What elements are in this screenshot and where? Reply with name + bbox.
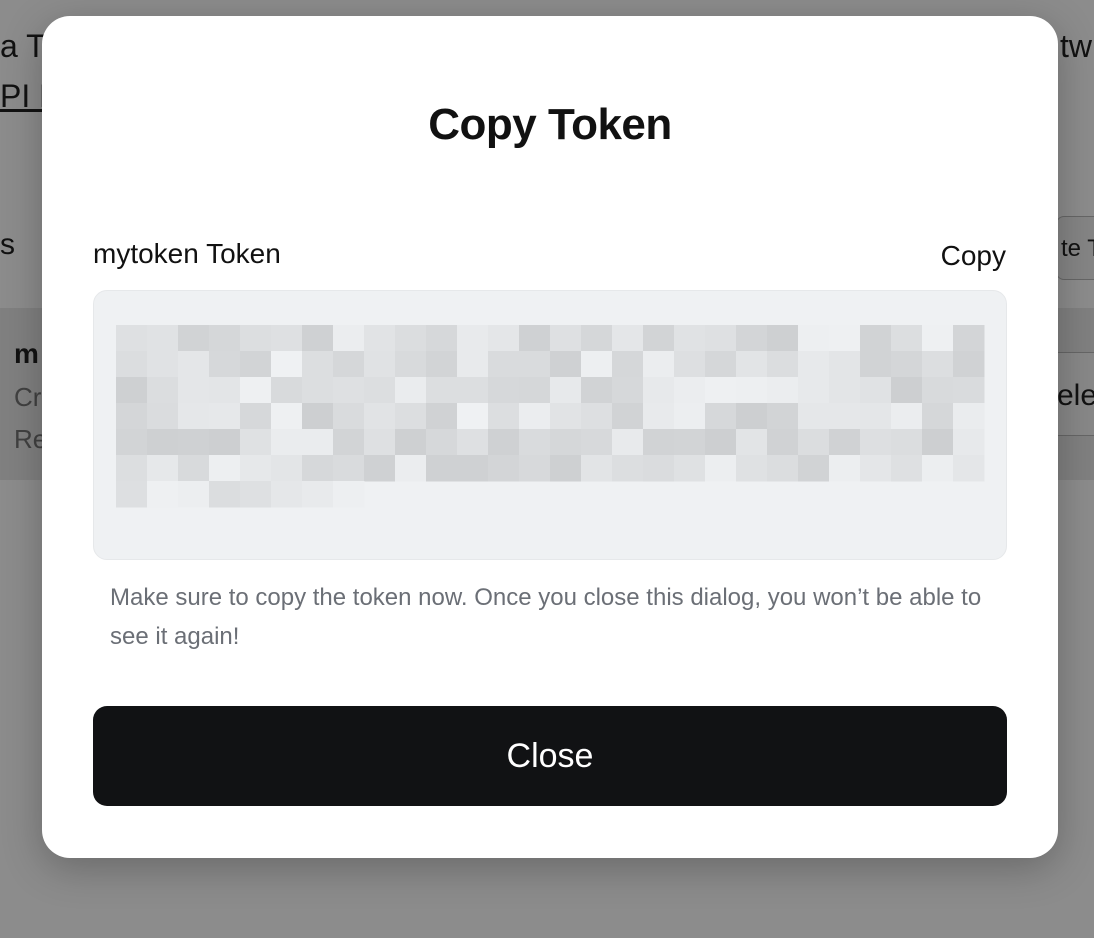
token-value-field[interactable]	[93, 290, 1007, 560]
dialog-title: Copy Token	[428, 100, 672, 149]
copy-token-dialog: Copy Token mytoken Token Copy Make sure …	[42, 16, 1058, 858]
copy-button[interactable]: Copy	[941, 240, 1006, 272]
close-button[interactable]: Close	[93, 706, 1007, 806]
token-name-label: mytoken Token	[93, 238, 281, 269]
token-warning-text: Make sure to copy the token now. Once yo…	[110, 584, 982, 650]
pixelated-token-value	[116, 325, 985, 508]
